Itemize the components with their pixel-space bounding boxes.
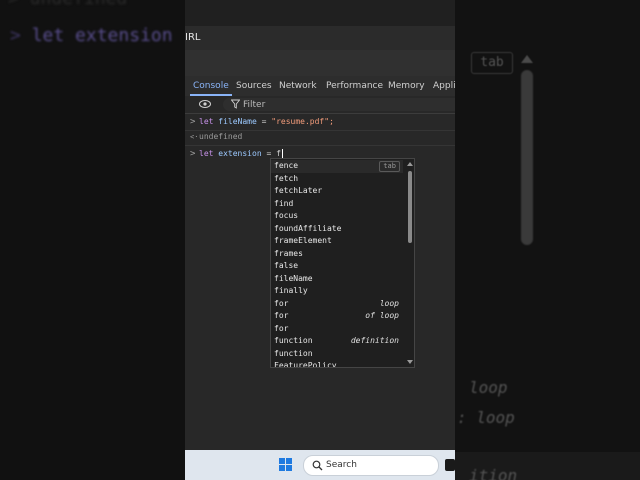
search-label: Search	[326, 460, 357, 470]
filter-input[interactable]	[243, 98, 423, 111]
item-label: for	[274, 311, 289, 320]
autocomplete-item[interactable]: function	[271, 348, 403, 361]
ghost-prompt: >	[10, 25, 21, 46]
item-label: function	[274, 348, 313, 358]
code-string: "resume.pdf";	[271, 117, 334, 126]
filter-box[interactable]	[223, 98, 455, 111]
autocomplete-item[interactable]: for of loop	[271, 310, 403, 323]
taskbar-search-box[interactable]: Search	[303, 455, 439, 476]
url-fragment: IRL	[185, 32, 201, 43]
autocomplete-item[interactable]: fence tab	[271, 160, 403, 173]
item-label: fetchLater	[274, 186, 323, 195]
item-label: foundAffiliate	[274, 223, 342, 233]
console-line-result: <· undefined	[185, 129, 455, 145]
prompt-chevron-icon: >	[190, 117, 196, 127]
item-label: function	[274, 336, 313, 345]
item-label: false	[274, 261, 299, 270]
autocomplete-item[interactable]: focus	[271, 210, 403, 223]
ghost-undefined-text: > undefined	[8, 0, 127, 9]
background-left-blur: > undefined > let extension	[0, 0, 185, 480]
item-label: for	[274, 323, 289, 333]
item-label: frameElement	[274, 236, 332, 245]
filter-icon	[231, 99, 240, 109]
tab-performance[interactable]: Performance	[326, 76, 383, 96]
autocomplete-scrollbar[interactable]	[406, 159, 414, 367]
autocomplete-item[interactable]: frameElement	[271, 235, 403, 248]
ghost-code-line: > let extension	[10, 25, 173, 46]
tab-console[interactable]: Console	[190, 76, 232, 96]
scroll-down-arrow-icon[interactable]	[407, 360, 413, 364]
tab-memory[interactable]: Memory	[388, 76, 425, 96]
background-right-blur: tab loop : loop ition	[455, 0, 640, 480]
scroll-up-arrow-icon[interactable]	[407, 162, 413, 166]
item-hint: of loop	[365, 311, 399, 320]
ghost-loop-text: loop	[469, 378, 508, 397]
ghost-definition-text: ition	[469, 466, 518, 480]
browser-top-bar	[185, 0, 455, 26]
autocomplete-item[interactable]: for loop	[271, 298, 403, 311]
console-output[interactable]: > let fileName = "resume.pdf"; <· undefi…	[185, 114, 455, 450]
windows-start-icon[interactable]	[279, 458, 293, 472]
typed-text: f	[276, 149, 281, 158]
code-operator: =	[256, 117, 272, 126]
item-label: fileName	[274, 273, 313, 283]
item-label: finally	[274, 286, 308, 295]
item-label: fence	[274, 161, 299, 170]
ghost-tab-badge: tab	[471, 52, 513, 74]
autocomplete-item[interactable]: FeaturePolicy	[271, 360, 403, 368]
ghost-keyword: let	[31, 25, 65, 46]
devtools-tabbar: Console Sources Network Performance Memo…	[185, 76, 455, 97]
code-identifier: extension	[218, 149, 262, 158]
result-arrow-icon: <·	[190, 133, 199, 141]
ghost-scroll-up-icon	[521, 55, 533, 63]
item-label: fetch	[274, 173, 299, 183]
prompt-chevron-icon: >	[190, 149, 196, 159]
autocomplete-item[interactable]: fetch	[271, 173, 403, 186]
code-keyword: let	[199, 117, 214, 126]
ghost-scrollbar	[521, 70, 533, 245]
autocomplete-item[interactable]: for	[271, 323, 403, 336]
eye-icon[interactable]	[199, 100, 211, 108]
tab-sources[interactable]: Sources	[236, 76, 272, 96]
item-label: frames	[274, 248, 303, 258]
item-hint: loop	[379, 298, 399, 308]
scroll-thumb[interactable]	[408, 171, 412, 243]
autocomplete-item[interactable]: function definition	[271, 335, 403, 348]
address-bar[interactable]: IRL	[185, 26, 455, 50]
autocomplete-item[interactable]: fileName	[271, 273, 403, 286]
autocomplete-item[interactable]: false	[271, 260, 403, 273]
code-identifier: fileName	[218, 117, 257, 126]
autocomplete-item[interactable]: fetchLater	[271, 185, 403, 198]
item-label: focus	[274, 211, 299, 220]
windows-taskbar: Search	[185, 450, 455, 480]
search-icon	[312, 460, 323, 471]
console-toolbar	[185, 96, 455, 114]
result-value: undefined	[199, 132, 243, 141]
text-caret	[281, 148, 283, 159]
code-keyword: let	[199, 149, 214, 158]
item-label: find	[274, 198, 294, 208]
item-hint: definition	[350, 336, 399, 345]
ghost-variable: extension	[75, 25, 173, 46]
tab-network[interactable]: Network	[279, 76, 317, 96]
taskbar-app-icon[interactable]	[445, 459, 455, 471]
autocomplete-item[interactable]: find	[271, 198, 403, 211]
code-operator: =	[261, 149, 277, 158]
item-label: for	[274, 298, 289, 308]
tab-key-badge: tab	[379, 161, 400, 172]
code-statement: let fileName = "resume.pdf";	[199, 114, 334, 130]
console-line-input-1: > let fileName = "resume.pdf";	[185, 114, 455, 130]
page-area-strip	[185, 50, 455, 76]
autocomplete-item[interactable]: finally	[271, 285, 403, 298]
autocomplete-item[interactable]: foundAffiliate	[271, 223, 403, 236]
autocomplete-popup[interactable]: fence tab fetch fetchLater find focus fo…	[270, 158, 415, 368]
autocomplete-item[interactable]: frames	[271, 248, 403, 261]
devtools-window: IRL Console Sources Network Performance …	[185, 0, 455, 480]
ghost-loop-text-2: : loop	[457, 408, 515, 427]
item-label: FeaturePolicy	[274, 361, 337, 368]
tab-application[interactable]: Applic	[433, 76, 455, 96]
